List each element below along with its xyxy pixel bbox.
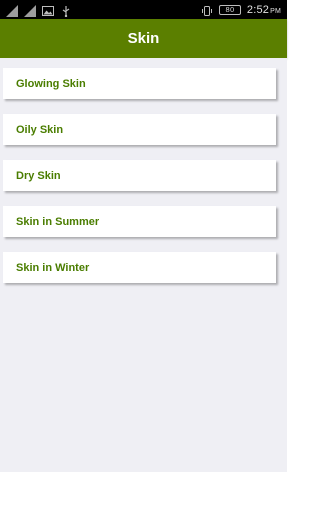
list-item-oily-skin[interactable]: Oily Skin — [3, 114, 276, 145]
bottom-area — [0, 472, 287, 512]
signal-icon — [24, 4, 36, 17]
image-icon — [42, 4, 54, 16]
status-bar-left — [6, 3, 72, 17]
list-item-glowing-skin[interactable]: Glowing Skin — [3, 68, 276, 99]
list-item-label: Oily Skin — [16, 123, 64, 136]
list-item-dry-skin[interactable]: Dry Skin — [3, 160, 276, 191]
list-item-label: Dry Skin — [16, 169, 61, 182]
battery-icon: 80 — [218, 4, 241, 15]
list-item-skin-in-summer[interactable]: Skin in Summer — [3, 206, 276, 237]
battery-level: 80 — [225, 5, 235, 14]
vibrate-icon — [201, 4, 213, 16]
list-item-label: Skin in Summer — [16, 215, 100, 228]
signal-icon — [6, 4, 18, 17]
usb-icon — [60, 4, 72, 17]
list-item-label: Glowing Skin — [16, 77, 86, 90]
list-item-label: Skin in Winter — [16, 261, 90, 274]
status-bar-right: 80 2:52PM — [201, 2, 281, 17]
list-item-skin-in-winter[interactable]: Skin in Winter — [3, 252, 276, 283]
clock-time: 2:52 — [246, 3, 270, 16]
status-bar: 80 2:52PM — [0, 0, 287, 19]
clock-ampm: PM — [270, 7, 281, 15]
app-bar: Skin — [0, 19, 287, 58]
clock: 2:52PM — [247, 4, 281, 16]
list-container: Glowing Skin Oily Skin Dry Skin Skin in … — [0, 58, 287, 472]
page-title: Skin — [127, 30, 160, 47]
